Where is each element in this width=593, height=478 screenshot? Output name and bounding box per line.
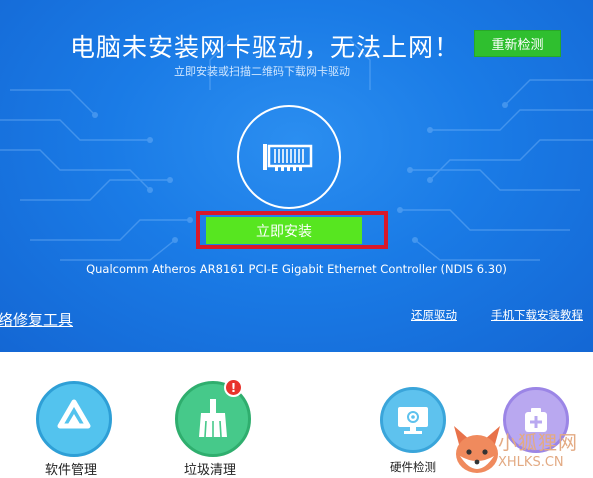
tool-hardware-check[interactable]: 硬件检测 xyxy=(380,387,446,474)
install-now-button[interactable]: 立即安装 xyxy=(206,217,362,244)
recheck-button[interactable]: 重新检测 xyxy=(474,30,561,57)
phone-install-tutorial-link[interactable]: 手机下载安装教程 xyxy=(491,307,583,323)
software-manager-icon xyxy=(36,381,112,457)
watermark-brand: 小狐狸网 xyxy=(498,432,579,454)
software-manager-label: 软件管理 xyxy=(45,463,98,478)
restore-driver-link[interactable]: 还原驱动 xyxy=(411,307,457,323)
hardware-check-label: 硬件检测 xyxy=(390,460,436,474)
page-subtitle: 立即安装或扫描二维码下载网卡驱动 xyxy=(174,65,350,78)
garbage-cleanup-label: 垃圾清理 xyxy=(184,463,237,478)
network-repair-tool-link[interactable]: 络修复工具 xyxy=(0,309,73,330)
watermark-url: XHLKS.CN xyxy=(498,455,564,470)
device-name: Qualcomm Atheros AR8161 PCI-E Gigabit Et… xyxy=(86,262,507,276)
page-title: 电脑未安装网卡驱动，无法上网！ xyxy=(70,33,461,62)
alert-badge: ! xyxy=(224,378,243,397)
tool-software-manager[interactable]: 软件管理 xyxy=(36,381,112,478)
driver-missing-panel: 电脑未安装网卡驱动，无法上网！ 重新检测 立即安装或扫描二维码下载网卡驱动 立即… xyxy=(0,0,593,352)
network-card-icon xyxy=(263,144,313,171)
network-card-ring xyxy=(237,105,341,209)
hardware-check-icon xyxy=(380,387,446,453)
